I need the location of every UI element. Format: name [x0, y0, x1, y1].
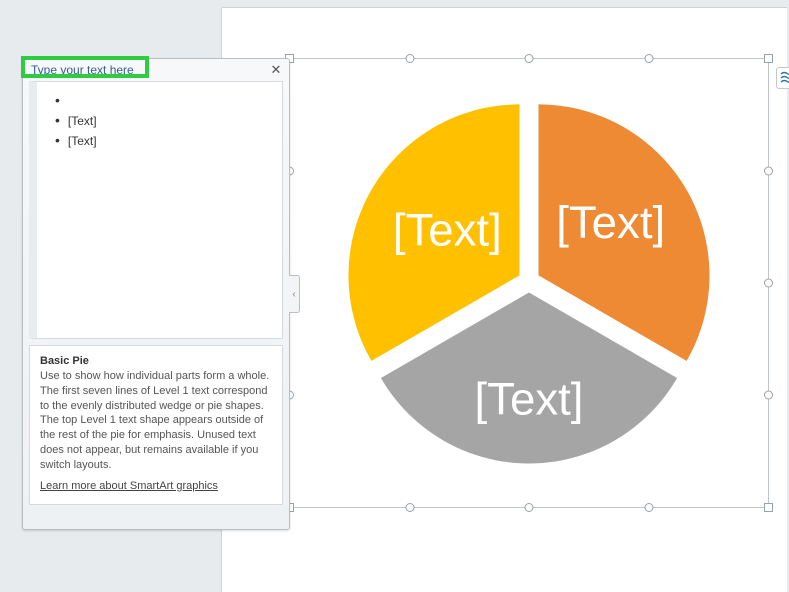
pie-slice-3-label: [Text]: [393, 205, 502, 256]
list-item[interactable]: [Text]: [55, 110, 276, 130]
desc-title: Basic Pie: [40, 355, 89, 367]
layout-options-icon: [780, 71, 789, 85]
resize-handle-e2[interactable]: [764, 167, 773, 176]
list-item[interactable]: [Text]: [55, 130, 276, 150]
resize-handle-s3[interactable]: [644, 503, 653, 512]
resize-handle-e[interactable]: [764, 279, 773, 288]
collapse-tab[interactable]: ‹: [289, 275, 300, 313]
pie-slice-1-label: [Text]: [556, 197, 665, 248]
chevron-left-icon: ‹: [292, 289, 295, 300]
list-item[interactable]: [55, 90, 276, 110]
resize-handle-se[interactable]: [764, 503, 773, 512]
close-button[interactable]: ✕: [269, 63, 283, 77]
text-pane-title: Type your text here: [31, 63, 134, 77]
desc-body: Use to show how individual parts form a …: [40, 370, 269, 471]
text-pane-header: Type your text here ✕: [23, 59, 289, 81]
resize-handle-e3[interactable]: [764, 391, 773, 400]
document-page: [Text] [Text] [Text]: [222, 8, 787, 592]
smartart-selection-frame[interactable]: [Text] [Text] [Text]: [289, 58, 769, 508]
resize-handle-s2[interactable]: [405, 503, 414, 512]
smartart-pie[interactable]: [Text] [Text] [Text]: [339, 93, 719, 473]
layout-options-button[interactable]: [776, 67, 789, 89]
pie-slice-2-label: [Text]: [475, 374, 584, 425]
learn-more-link[interactable]: Learn more about SmartArt graphics: [40, 479, 218, 494]
text-pane-list[interactable]: [Text] [Text]: [29, 81, 283, 339]
smartart-text-pane[interactable]: Type your text here ✕ [Text] [Text] Basi…: [22, 58, 290, 530]
resize-handle-n3[interactable]: [644, 54, 653, 63]
resize-handle-n2[interactable]: [405, 54, 414, 63]
text-pane-description: Basic Pie Use to show how individual par…: [29, 345, 283, 505]
resize-handle-n[interactable]: [525, 54, 534, 63]
resize-handle-ne[interactable]: [764, 54, 773, 63]
close-icon: ✕: [271, 62, 282, 78]
resize-handle-s[interactable]: [525, 503, 534, 512]
